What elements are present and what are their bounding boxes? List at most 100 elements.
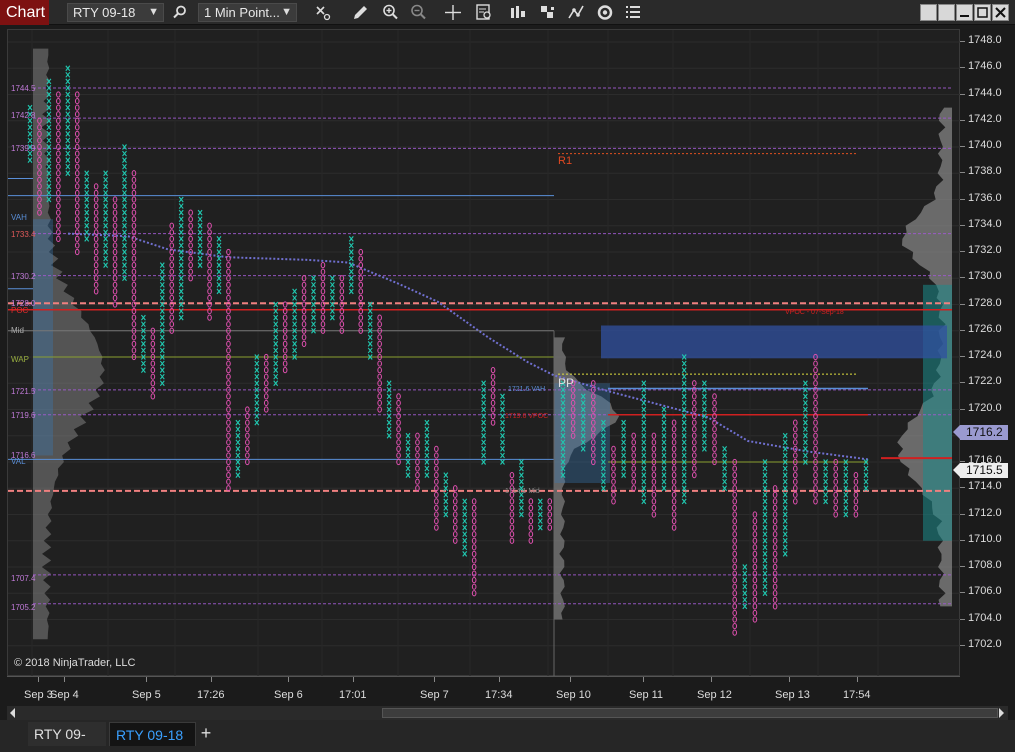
pf-x-box <box>863 472 869 478</box>
scroll-left-icon[interactable] <box>10 708 15 718</box>
pf-o-box <box>853 504 859 512</box>
pf-x-box <box>103 255 109 262</box>
bar-type-icon[interactable] <box>508 3 528 22</box>
pf-x-box <box>681 498 687 505</box>
interval-selector[interactable]: 1 Min Point... ▼ <box>198 3 297 22</box>
pf-o-box <box>131 347 137 354</box>
pf-o-box <box>434 452 439 459</box>
pf-o-box <box>301 294 307 302</box>
pf-x-box <box>802 426 808 433</box>
pf-x-box <box>46 111 52 118</box>
crosshair-icon[interactable] <box>443 3 463 22</box>
pf-o-box <box>74 124 80 131</box>
time-axis[interactable]: Sep 3 Sep 4 Sep 5 17:26 Sep 6 17:01 Sep 7 17:34… <box>7 676 960 706</box>
pf-x-box <box>311 295 316 301</box>
pf-x-box <box>661 446 667 452</box>
pf-o-box <box>772 544 778 551</box>
pf-x-box <box>621 419 627 426</box>
pf-x-box <box>537 498 543 505</box>
scrollbar-thumb[interactable] <box>382 708 998 718</box>
add-tab-button[interactable]: + <box>196 722 216 746</box>
pf-o-box <box>112 262 118 269</box>
price-tick-label: 1728.0 <box>968 296 1002 309</box>
strategies-icon[interactable] <box>566 3 586 22</box>
zoom-in-icon[interactable] <box>381 3 401 22</box>
pf-x-box <box>782 524 788 531</box>
refresh-icon[interactable] <box>595 3 615 22</box>
maximize-icon[interactable] <box>974 4 991 21</box>
pencil-icon[interactable] <box>350 3 370 22</box>
pf-o-box <box>188 216 193 223</box>
data-box-icon[interactable] <box>474 3 494 22</box>
pf-x-box <box>742 577 748 583</box>
minimize-icon[interactable] <box>956 4 973 21</box>
eraser-icon[interactable] <box>313 3 333 22</box>
scroll-right-icon[interactable] <box>999 708 1004 718</box>
pf-x-box <box>84 209 90 216</box>
pf-x-box <box>65 71 71 78</box>
pf-x-box <box>802 446 808 452</box>
pf-o-box <box>712 439 717 446</box>
pf-o-box <box>813 393 818 400</box>
pf-o-box <box>509 517 515 525</box>
time-tick-label: Sep 4 <box>50 689 79 701</box>
left-level-label: 1739.9 <box>11 144 36 153</box>
pf-x-box <box>802 419 808 426</box>
left-level-label: 1742.8 <box>11 111 36 120</box>
pf-o-box <box>226 412 231 420</box>
price-tick <box>960 539 965 541</box>
pf-x-box <box>762 551 768 557</box>
time-tick <box>499 677 500 682</box>
pf-o-box <box>396 439 401 446</box>
pf-x-box <box>500 446 505 452</box>
search-icon[interactable] <box>170 3 190 22</box>
pf-o-box <box>853 478 859 485</box>
time-tick <box>570 677 571 682</box>
pf-o-box <box>226 452 231 459</box>
price-tick-label: 1714.0 <box>968 480 1002 493</box>
instrument-selector[interactable]: RTY 09-18 ▼ <box>67 3 164 22</box>
price-tick-label: 1746.0 <box>968 60 1002 73</box>
pf-x-box <box>843 465 849 472</box>
pf-o-box <box>188 255 193 262</box>
pf-o-box <box>169 268 175 275</box>
pf-x-box <box>329 288 335 295</box>
pf-x-box <box>367 321 373 328</box>
pf-x-box <box>621 446 627 452</box>
pf-o-box <box>631 465 637 472</box>
pf-o-box <box>471 544 477 551</box>
pf-o-box <box>434 445 439 452</box>
pf-x-box <box>178 203 184 209</box>
close-icon[interactable] <box>992 4 1009 21</box>
pf-o-box <box>712 393 717 400</box>
link-icon[interactable] <box>938 4 955 21</box>
pf-o-box <box>732 577 738 584</box>
pf-o-box <box>74 137 80 144</box>
indicators-icon[interactable] <box>538 3 558 22</box>
pf-x-box <box>140 367 146 373</box>
pf-x-box <box>65 98 71 104</box>
time-tick-label: Sep 12 <box>697 689 732 701</box>
pf-x-box <box>65 111 71 118</box>
pf-x-box <box>27 137 33 144</box>
chart-canvas[interactable]: R1 PP VPOC - 07-Sep-18 1721.6 VAH 1719.6 VPO… <box>8 30 961 677</box>
zoom-out-icon[interactable] <box>409 3 429 22</box>
pf-o-box <box>301 334 307 341</box>
tab-rty-1[interactable]: RTY 09-18 <box>28 722 106 752</box>
pf-o-box <box>752 531 758 538</box>
properties-icon[interactable] <box>623 3 643 22</box>
pf-o-box <box>112 288 118 295</box>
tab-rty-2-active[interactable]: RTY 09-18 <box>109 722 196 746</box>
horizontal-scrollbar[interactable] <box>7 706 1008 720</box>
pf-o-box <box>112 209 118 216</box>
price-tick-label: 1732.0 <box>968 244 1002 256</box>
price-axis[interactable]: 1748.0 1746.0 1744.0 1742.0 1740.0 1738.0 1736… <box>960 29 1015 676</box>
pf-x-box <box>782 531 788 538</box>
price-tick-label: 1706.0 <box>968 585 1002 598</box>
pf-x-box <box>46 176 52 183</box>
restore-icon[interactable] <box>920 4 937 21</box>
price-tick <box>960 198 965 200</box>
price-tick-label: 1726.0 <box>968 322 1002 335</box>
chart-panel[interactable]: R1 PP VPOC - 07-Sep-18 1721.6 VAH 1719.6 VPO… <box>7 29 961 677</box>
pf-o-box <box>93 262 99 269</box>
